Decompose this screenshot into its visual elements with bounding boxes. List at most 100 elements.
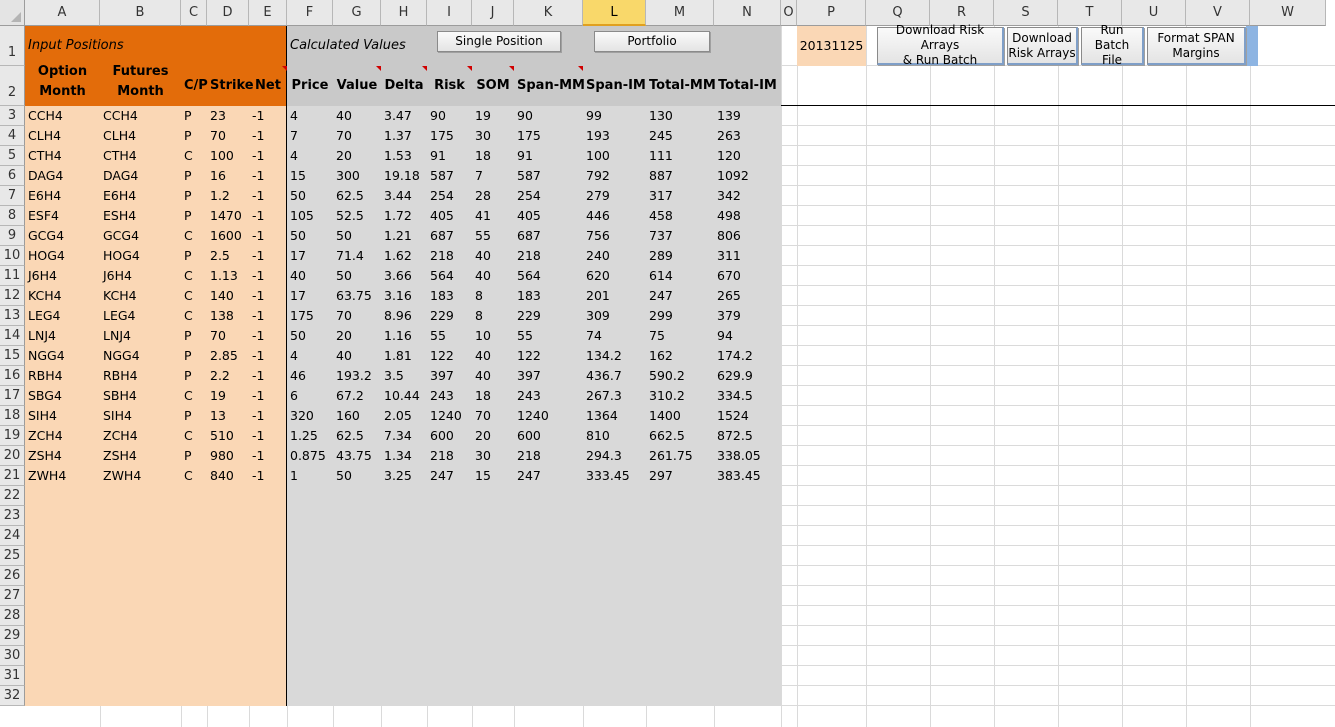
row-header-29[interactable]: 29 xyxy=(0,626,25,646)
data-cell[interactable]: 1092 xyxy=(714,166,781,186)
column-header-i[interactable]: I xyxy=(427,0,472,26)
data-cell[interactable]: NGG4 xyxy=(100,346,181,366)
data-cell[interactable]: 50 xyxy=(287,326,333,346)
data-cell[interactable]: 1524 xyxy=(714,406,781,426)
data-cell[interactable]: 139 xyxy=(714,106,781,126)
data-cell[interactable]: 267.3 xyxy=(583,386,646,406)
data-cell[interactable]: 50 xyxy=(333,226,381,246)
data-cell[interactable]: HOG4 xyxy=(25,246,100,266)
data-cell[interactable]: 91 xyxy=(514,146,583,166)
data-cell[interactable]: 70 xyxy=(207,326,249,346)
data-cell[interactable]: 1.2 xyxy=(207,186,249,206)
data-cell[interactable]: 75 xyxy=(646,326,714,346)
column-header-o[interactable]: O xyxy=(781,0,797,26)
data-cell[interactable]: 183 xyxy=(427,286,472,306)
data-cell[interactable]: 300 xyxy=(333,166,381,186)
data-cell[interactable]: C xyxy=(181,286,207,306)
data-cell[interactable]: 28 xyxy=(472,186,514,206)
data-cell[interactable]: 90 xyxy=(427,106,472,126)
data-cell[interactable]: 8.96 xyxy=(381,306,427,326)
data-cell[interactable]: 294.3 xyxy=(583,446,646,466)
data-cell[interactable]: RBH4 xyxy=(25,366,100,386)
data-cell[interactable]: 436.7 xyxy=(583,366,646,386)
data-cell[interactable]: CLH4 xyxy=(25,126,100,146)
column-header-h[interactable]: H xyxy=(381,0,427,26)
data-cell[interactable]: 19 xyxy=(472,106,514,126)
data-cell[interactable]: -1 xyxy=(249,266,287,286)
format-span-margins-button[interactable]: Format SPAN Margins xyxy=(1147,27,1246,65)
data-cell[interactable]: 160 xyxy=(333,406,381,426)
data-cell[interactable]: 3.25 xyxy=(381,466,427,486)
data-cell[interactable]: 7 xyxy=(287,126,333,146)
data-cell[interactable]: 218 xyxy=(514,246,583,266)
row-header-14[interactable]: 14 xyxy=(0,326,25,346)
data-cell[interactable]: ZSH4 xyxy=(100,446,181,466)
data-cell[interactable]: 40 xyxy=(472,346,514,366)
data-cell[interactable]: -1 xyxy=(249,346,287,366)
column-header-e[interactable]: E xyxy=(249,0,287,26)
data-cell[interactable]: 265 xyxy=(714,286,781,306)
data-cell[interactable]: 175 xyxy=(287,306,333,326)
data-cell[interactable]: 1400 xyxy=(646,406,714,426)
row-header-9[interactable]: 9 xyxy=(0,226,25,246)
data-cell[interactable]: 342 xyxy=(714,186,781,206)
data-cell[interactable]: 590.2 xyxy=(646,366,714,386)
single-position-button[interactable]: Single Position xyxy=(437,31,561,52)
data-cell[interactable]: LEG4 xyxy=(25,306,100,326)
data-cell[interactable]: 405 xyxy=(427,206,472,226)
data-cell[interactable]: 15 xyxy=(287,166,333,186)
data-cell[interactable]: 1.37 xyxy=(381,126,427,146)
data-cell[interactable]: C xyxy=(181,146,207,166)
data-cell[interactable]: 2.85 xyxy=(207,346,249,366)
data-cell[interactable]: 120 xyxy=(714,146,781,166)
data-cell[interactable]: 16 xyxy=(207,166,249,186)
data-cell[interactable]: C xyxy=(181,426,207,446)
data-cell[interactable]: 18 xyxy=(472,386,514,406)
select-all-corner[interactable] xyxy=(0,0,25,26)
data-cell[interactable]: 19 xyxy=(207,386,249,406)
data-cell[interactable]: 1 xyxy=(287,466,333,486)
data-cell[interactable]: 183 xyxy=(514,286,583,306)
data-cell[interactable]: 261.75 xyxy=(646,446,714,466)
data-cell[interactable]: P xyxy=(181,246,207,266)
data-cell[interactable]: 18 xyxy=(472,146,514,166)
data-cell[interactable]: 50 xyxy=(287,226,333,246)
data-cell[interactable]: 263 xyxy=(714,126,781,146)
data-cell[interactable]: 1.72 xyxy=(381,206,427,226)
data-cell[interactable]: C xyxy=(181,226,207,246)
data-cell[interactable]: P xyxy=(181,126,207,146)
data-cell[interactable]: 10.44 xyxy=(381,386,427,406)
row-header-21[interactable]: 21 xyxy=(0,466,25,486)
data-cell[interactable]: 737 xyxy=(646,226,714,246)
row-header-17[interactable]: 17 xyxy=(0,386,25,406)
row-header-4[interactable]: 4 xyxy=(0,126,25,146)
data-cell[interactable]: P xyxy=(181,166,207,186)
data-cell[interactable]: P xyxy=(181,106,207,126)
data-cell[interactable]: 1600 xyxy=(207,226,249,246)
data-cell[interactable]: 1.53 xyxy=(381,146,427,166)
data-cell[interactable]: DAG4 xyxy=(100,166,181,186)
data-cell[interactable]: 218 xyxy=(427,446,472,466)
data-cell[interactable]: 122 xyxy=(514,346,583,366)
row-header-28[interactable]: 28 xyxy=(0,606,25,626)
data-cell[interactable]: 175 xyxy=(514,126,583,146)
data-cell[interactable]: 405 xyxy=(514,206,583,226)
data-cell[interactable]: 40 xyxy=(287,266,333,286)
data-cell[interactable]: 247 xyxy=(427,466,472,486)
data-cell[interactable]: -1 xyxy=(249,146,287,166)
data-cell[interactable]: 379 xyxy=(714,306,781,326)
data-cell[interactable]: 130 xyxy=(646,106,714,126)
row-header-22[interactable]: 22 xyxy=(0,486,25,506)
data-cell[interactable]: 3.47 xyxy=(381,106,427,126)
column-header-k[interactable]: K xyxy=(514,0,583,26)
data-cell[interactable]: 792 xyxy=(583,166,646,186)
data-cell[interactable]: LEG4 xyxy=(100,306,181,326)
data-cell[interactable]: C xyxy=(181,466,207,486)
data-cell[interactable]: E6H4 xyxy=(100,186,181,206)
column-header-v[interactable]: V xyxy=(1186,0,1250,26)
data-cell[interactable]: 19.18 xyxy=(381,166,427,186)
data-cell[interactable]: 43.75 xyxy=(333,446,381,466)
row-header-7[interactable]: 7 xyxy=(0,186,25,206)
column-header-g[interactable]: G xyxy=(333,0,381,26)
data-cell[interactable]: 7.34 xyxy=(381,426,427,446)
